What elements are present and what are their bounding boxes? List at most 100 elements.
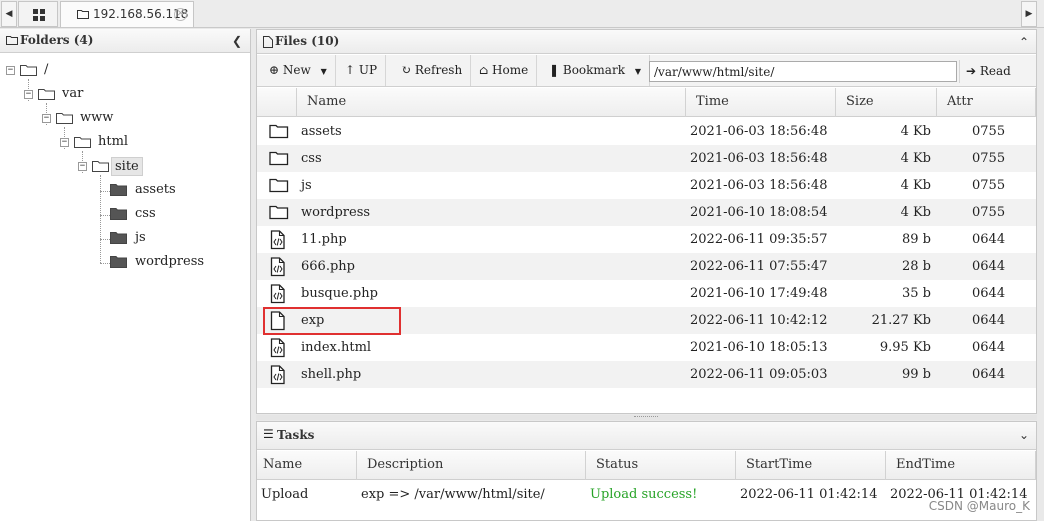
- tree-node-var[interactable]: − var: [0, 83, 250, 105]
- file-size: 4 Kb: [900, 124, 931, 139]
- panel-splitter[interactable]: [256, 415, 1037, 420]
- file-attr: 0644: [972, 286, 1006, 301]
- file-time: 2021-06-10 17:49:48: [690, 286, 828, 301]
- folder-open-icon: [56, 113, 73, 124]
- tasks-table-header: Name Description Status StartTime EndTim…: [257, 451, 1036, 480]
- app-grid-button[interactable]: [18, 1, 58, 27]
- task-description: exp => /var/www/html/site/: [361, 487, 545, 502]
- dropdown-caret-icon: ▼: [320, 67, 327, 76]
- task-start-time: 2022-06-11 01:42:14: [740, 487, 878, 502]
- tree-node-css[interactable]: css: [0, 203, 250, 225]
- file-time: 2021-06-03 18:56:48: [690, 124, 828, 139]
- file-name: busque.php: [301, 286, 378, 301]
- file-name: 11.php: [301, 232, 347, 247]
- folder-icon: [110, 232, 127, 244]
- collapse-toggle-icon[interactable]: −: [42, 114, 51, 123]
- tree-node-label: site: [111, 157, 143, 176]
- column-header-start-time[interactable]: StartTime: [736, 451, 886, 480]
- table-row[interactable]: js 2021-06-03 18:56:48 4 Kb 0755: [257, 172, 1036, 199]
- icon-column-header: [257, 88, 297, 117]
- up-button[interactable]: ↑ UP: [337, 55, 387, 86]
- table-row[interactable]: busque.php 2021-06-10 17:49:48 35 b 0644: [257, 280, 1036, 307]
- collapse-left-icon[interactable]: ❮: [232, 34, 242, 48]
- bookmark-button[interactable]: ❚ Bookmark ▼: [541, 55, 650, 86]
- file-attr: 0644: [972, 340, 1006, 355]
- table-row[interactable]: assets 2021-06-03 18:56:48 4 Kb 0755: [257, 118, 1036, 145]
- file-time: 2021-06-03 18:56:48: [690, 151, 828, 166]
- folder-tree: − / − var − www − html − site assets css…: [0, 55, 250, 521]
- tree-node-site[interactable]: − site: [0, 155, 250, 177]
- scroll-left-arrow-icon[interactable]: ◀: [1, 1, 17, 27]
- table-row[interactable]: 11.php 2022-06-11 09:35:57 89 b 0644: [257, 226, 1036, 253]
- code-file-icon: [269, 230, 289, 250]
- collapse-toggle-icon[interactable]: −: [24, 90, 33, 99]
- tasks-panel-header: ☰ Tasks ⌄: [257, 422, 1036, 450]
- home-button[interactable]: ⌂ Home: [471, 55, 538, 86]
- file-time: 2022-06-11 09:05:03: [690, 367, 828, 382]
- folders-title: Folders (4): [20, 33, 94, 47]
- file-size: 35 b: [902, 286, 931, 301]
- files-panel-header: Files (10) ⌃: [257, 30, 1036, 54]
- file-name: shell.php: [301, 367, 362, 382]
- tasks-panel: ☰ Tasks ⌄ Name Description Status StartT…: [256, 421, 1037, 521]
- table-row[interactable]: Upload exp => /var/www/html/site/ Upload…: [257, 481, 1036, 509]
- file-name: js: [301, 178, 312, 193]
- column-header-status[interactable]: Status: [586, 451, 736, 480]
- column-header-end-time[interactable]: EndTime: [886, 451, 1036, 480]
- folder-icon: [269, 176, 289, 195]
- tree-node-label: assets: [135, 182, 176, 197]
- file-name: css: [301, 151, 322, 166]
- code-file-icon: [269, 257, 289, 277]
- refresh-button[interactable]: ↻ Refresh: [393, 55, 472, 86]
- collapse-up-icon[interactable]: ⌃: [1019, 35, 1029, 49]
- collapse-toggle-icon[interactable]: −: [6, 66, 15, 75]
- column-header-size[interactable]: Size: [836, 88, 937, 117]
- close-tab-icon[interactable]: ✕: [174, 8, 187, 21]
- scroll-right-arrow-icon[interactable]: ▶: [1021, 1, 1037, 27]
- tree-node-js[interactable]: js: [0, 227, 250, 249]
- tree-node-label: www: [80, 110, 114, 125]
- table-row[interactable]: wordpress 2021-06-10 18:08:54 4 Kb 0755: [257, 199, 1036, 226]
- tree-node-www[interactable]: − www: [0, 107, 250, 129]
- column-header-task-name[interactable]: Name: [257, 451, 357, 480]
- grid-icon: [33, 9, 45, 21]
- code-file-icon: [269, 365, 289, 385]
- folder-icon: [110, 184, 127, 196]
- path-input[interactable]: [649, 61, 957, 82]
- file-size: 99 b: [902, 367, 931, 382]
- file-name: assets: [301, 124, 342, 139]
- folder-icon: [110, 208, 127, 220]
- code-file-icon: [269, 338, 289, 358]
- tree-node-label: wordpress: [135, 254, 205, 269]
- new-button[interactable]: ⊕ New ▼: [261, 55, 336, 86]
- file-attr: 0644: [972, 367, 1006, 382]
- file-size: 28 b: [902, 259, 931, 274]
- column-header-attr[interactable]: Attr: [937, 88, 1036, 117]
- tab-host[interactable]: 192.168.56.118 ✕: [60, 1, 194, 27]
- file-time: 2022-06-11 07:55:47: [690, 259, 828, 274]
- files-toolbar: ⊕ New ▼ ↑ UP ↻ Refresh ⌂ Home ❚ Bookmark…: [257, 55, 1036, 87]
- collapse-toggle-icon[interactable]: −: [78, 162, 87, 171]
- folder-open-icon: [92, 161, 109, 172]
- table-row[interactable]: css 2021-06-03 18:56:48 4 Kb 0755: [257, 145, 1036, 172]
- file-size: 4 Kb: [900, 205, 931, 220]
- table-row[interactable]: shell.php 2022-06-11 09:05:03 99 b 0644: [257, 361, 1036, 388]
- tree-node-wordpress[interactable]: wordpress: [0, 251, 250, 273]
- table-row[interactable]: exp 2022-06-11 10:42:12 21.27 Kb 0644: [257, 307, 1036, 334]
- table-row[interactable]: 666.php 2022-06-11 07:55:47 28 b 0644: [257, 253, 1036, 280]
- tree-node-html[interactable]: − html: [0, 131, 250, 153]
- file-name: wordpress: [301, 205, 371, 220]
- column-header-time[interactable]: Time: [686, 88, 836, 117]
- tree-node-assets[interactable]: assets: [0, 179, 250, 201]
- home-icon: ⌂: [479, 63, 489, 77]
- file-size: 4 Kb: [900, 178, 931, 193]
- collapse-toggle-icon[interactable]: −: [60, 138, 69, 147]
- table-row[interactable]: index.html 2021-06-10 18:05:13 9.95 Kb 0644: [257, 334, 1036, 361]
- folders-panel-header: Folders (4) ❮: [0, 29, 250, 53]
- tree-node-root[interactable]: − /: [0, 59, 250, 81]
- collapse-down-icon[interactable]: ⌄: [1019, 428, 1029, 442]
- column-header-name[interactable]: Name: [297, 88, 686, 117]
- file-attr: 0755: [972, 205, 1006, 220]
- column-header-description[interactable]: Description: [357, 451, 586, 480]
- read-button[interactable]: ➔ Read: [959, 60, 1017, 83]
